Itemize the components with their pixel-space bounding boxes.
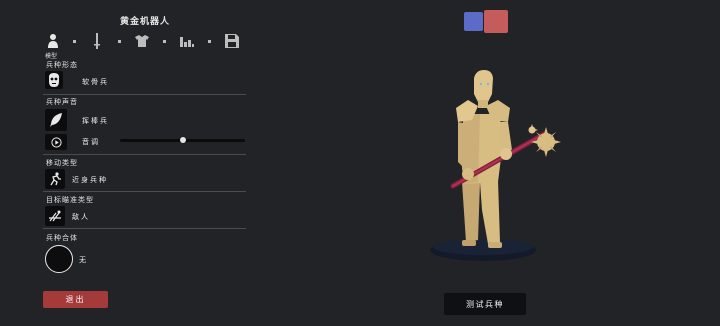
target-icon [49,210,61,222]
targeting-selector[interactable] [45,206,65,226]
tab-armor[interactable] [133,32,151,50]
movement-value: 近身兵种 [72,176,108,184]
targeting-value: 敌人 [72,213,90,221]
unit-title: 黄金机器人 [119,17,170,27]
tab-weapon[interactable] [88,32,106,50]
tab-model-label: 模型 [45,53,58,60]
divider [43,154,246,155]
tab-save[interactable] [223,32,241,50]
feather-icon [50,113,62,127]
divider [43,191,246,192]
play-icon [50,136,62,148]
tab-model[interactable] [44,32,62,50]
pitch-slider-handle[interactable] [179,137,186,143]
divider [43,94,246,95]
mount-selector[interactable] [45,245,73,273]
sword-icon [94,33,100,49]
unit-preview [430,70,561,261]
exit-button[interactable]: 退出 [43,291,108,308]
movement-selector[interactable] [45,169,65,189]
section-heading-voice: 兵种声音 [46,98,78,106]
test-unit-button[interactable]: 测试兵种 [444,293,526,315]
save-icon [225,34,239,48]
tab-stats[interactable] [178,32,196,50]
red-team-swatch[interactable] [484,10,508,33]
mask-icon [49,73,59,87]
voice-selector[interactable] [45,109,67,131]
armor-icon [135,35,149,47]
tab-separator [73,40,76,43]
blue-team-swatch[interactable] [464,12,483,31]
pitch-play-button[interactable] [45,134,67,150]
voice-value: 挥棒兵 [82,117,109,125]
stats-icon [180,37,194,47]
section-heading-movement: 移动类型 [46,159,78,167]
form-value: 软骨兵 [82,78,109,86]
section-heading-mount: 兵种合体 [46,234,78,242]
pitch-label: 音调 [82,138,100,146]
person-icon [48,34,58,48]
mount-value: 无 [79,256,88,264]
tab-separator [118,40,121,43]
form-selector[interactable] [45,71,63,89]
section-heading-form: 兵种形态 [46,61,78,69]
divider [43,228,246,229]
run-icon [50,172,61,186]
tab-separator [208,40,211,43]
tab-separator [163,40,166,43]
section-heading-targeting: 目标瞄准类型 [46,196,94,204]
